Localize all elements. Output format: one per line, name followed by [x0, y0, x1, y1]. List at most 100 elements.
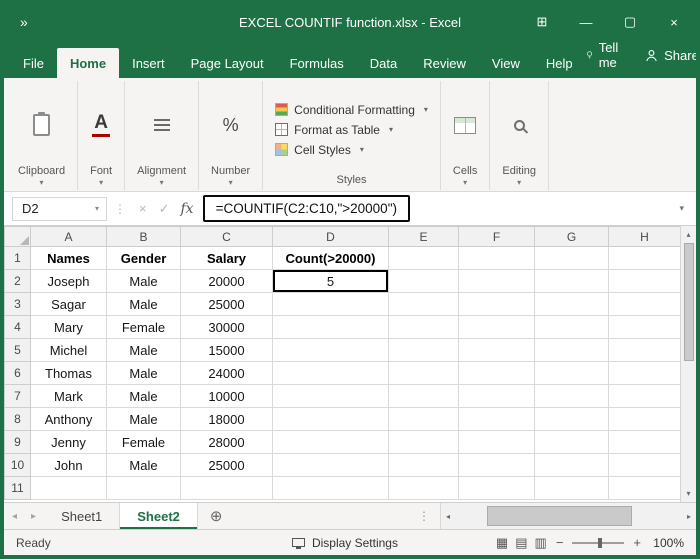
cell-C2[interactable]: 20000 — [181, 270, 273, 293]
cell-H5[interactable] — [609, 339, 681, 362]
cell-F1[interactable] — [459, 247, 535, 270]
cell-E7[interactable] — [389, 385, 459, 408]
column-header-F[interactable]: F — [459, 227, 535, 247]
column-header-C[interactable]: C — [181, 227, 273, 247]
cell-C4[interactable]: 30000 — [181, 316, 273, 339]
chevron-down-icon[interactable]: ▾ — [160, 178, 164, 187]
horizontal-scroll-thumb[interactable] — [487, 506, 632, 526]
tab-file[interactable]: File — [10, 48, 57, 78]
row-header-2[interactable]: 2 — [5, 270, 31, 293]
cell-B2[interactable]: Male — [107, 270, 181, 293]
format-as-table-button[interactable]: Format as Table ▾ — [275, 123, 393, 137]
select-all-corner[interactable] — [5, 227, 31, 247]
zoom-slider-thumb[interactable] — [598, 538, 602, 548]
row-header-3[interactable]: 3 — [5, 293, 31, 316]
cell-G3[interactable] — [535, 293, 609, 316]
row-header-4[interactable]: 4 — [5, 316, 31, 339]
row-header-5[interactable]: 5 — [5, 339, 31, 362]
cell-A1[interactable]: Names — [31, 247, 107, 270]
cell-F9[interactable] — [459, 431, 535, 454]
cell-F4[interactable] — [459, 316, 535, 339]
column-header-G[interactable]: G — [535, 227, 609, 247]
cell-B9[interactable]: Female — [107, 431, 181, 454]
tab-home[interactable]: Home — [57, 48, 119, 78]
cell-F5[interactable] — [459, 339, 535, 362]
cell-H9[interactable] — [609, 431, 681, 454]
name-box[interactable]: D2 ▾ — [12, 197, 107, 221]
sheet-nav-right-icon[interactable]: ▸ — [31, 511, 36, 522]
cell-A3[interactable]: Sagar — [31, 293, 107, 316]
cell-D8[interactable] — [273, 408, 389, 431]
cell-C5[interactable]: 15000 — [181, 339, 273, 362]
scroll-down-icon[interactable]: ▾ — [686, 485, 690, 502]
tab-formulas[interactable]: Formulas — [277, 48, 357, 78]
cell-B8[interactable]: Male — [107, 408, 181, 431]
page-break-view-icon[interactable]: ▥ — [535, 535, 547, 551]
cell-D3[interactable] — [273, 293, 389, 316]
cell-D7[interactable] — [273, 385, 389, 408]
cell-F2[interactable] — [459, 270, 535, 293]
cell-E6[interactable] — [389, 362, 459, 385]
tab-sheet2[interactable]: Sheet2 — [120, 503, 198, 529]
cell-H2[interactable] — [609, 270, 681, 293]
cell-B3[interactable]: Male — [107, 293, 181, 316]
column-header-D[interactable]: D — [273, 227, 389, 247]
cell-C9[interactable]: 28000 — [181, 431, 273, 454]
chevron-down-icon[interactable]: ▾ — [517, 178, 521, 187]
horizontal-scroll-track[interactable] — [455, 503, 682, 529]
cell-C7[interactable]: 10000 — [181, 385, 273, 408]
column-header-H[interactable]: H — [609, 227, 681, 247]
cell-E8[interactable] — [389, 408, 459, 431]
column-header-B[interactable]: B — [107, 227, 181, 247]
cancel-button[interactable]: × — [133, 201, 153, 216]
cell-F6[interactable] — [459, 362, 535, 385]
tab-review[interactable]: Review — [410, 48, 479, 78]
new-sheet-button[interactable]: ⊕ — [198, 503, 235, 529]
normal-view-icon[interactable]: ▦ — [496, 535, 508, 551]
cell-E4[interactable] — [389, 316, 459, 339]
horizontal-scrollbar[interactable]: ◂ ▸ — [440, 503, 696, 529]
cell-D5[interactable] — [273, 339, 389, 362]
scroll-right-icon[interactable]: ▸ — [682, 512, 696, 521]
chevron-down-icon[interactable]: ▾ — [40, 178, 44, 187]
share-button[interactable]: Share — [645, 48, 699, 63]
cell-G4[interactable] — [535, 316, 609, 339]
cell-E10[interactable] — [389, 454, 459, 477]
cell-F10[interactable] — [459, 454, 535, 477]
cell-C3[interactable]: 25000 — [181, 293, 273, 316]
clipboard-icon[interactable] — [33, 114, 50, 136]
row-header-1[interactable]: 1 — [5, 247, 31, 270]
cell-A2[interactable]: Joseph — [31, 270, 107, 293]
cell-A6[interactable]: Thomas — [31, 362, 107, 385]
cell-H3[interactable] — [609, 293, 681, 316]
display-settings-button[interactable]: Display Settings — [194, 536, 496, 550]
cell-F7[interactable] — [459, 385, 535, 408]
vertical-scroll-thumb[interactable] — [684, 243, 694, 361]
tab-page-layout[interactable]: Page Layout — [178, 48, 277, 78]
cell-A8[interactable]: Anthony — [31, 408, 107, 431]
scroll-up-icon[interactable]: ▴ — [686, 226, 690, 243]
magnifier-icon[interactable] — [514, 120, 525, 131]
cell-D6[interactable] — [273, 362, 389, 385]
percent-icon[interactable]: % — [223, 115, 239, 136]
cell-C6[interactable]: 24000 — [181, 362, 273, 385]
zoom-level[interactable]: 100% — [650, 536, 684, 550]
cell-C8[interactable]: 18000 — [181, 408, 273, 431]
cell-D4[interactable] — [273, 316, 389, 339]
close-button[interactable]: × — [652, 4, 696, 40]
tab-sheet1[interactable]: Sheet1 — [44, 503, 120, 529]
chevron-down-icon[interactable]: ▾ — [229, 178, 233, 187]
cell-H10[interactable] — [609, 454, 681, 477]
insert-function-button[interactable]: fx — [176, 201, 203, 217]
row-header-11[interactable]: 11 — [5, 477, 31, 500]
cell-C11[interactable] — [181, 477, 273, 500]
column-header-A[interactable]: A — [31, 227, 107, 247]
conditional-formatting-button[interactable]: Conditional Formatting ▾ — [275, 103, 428, 117]
cell-A4[interactable]: Mary — [31, 316, 107, 339]
row-header-8[interactable]: 8 — [5, 408, 31, 431]
page-layout-view-icon[interactable]: ▤ — [515, 535, 527, 551]
cell-G5[interactable] — [535, 339, 609, 362]
cell-D2[interactable]: 5 — [273, 270, 389, 293]
cell-H4[interactable] — [609, 316, 681, 339]
cell-B7[interactable]: Male — [107, 385, 181, 408]
